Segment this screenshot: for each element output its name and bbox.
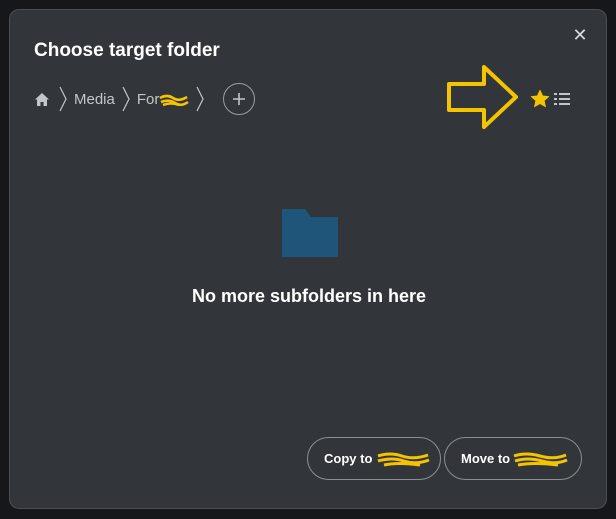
annotation-arrow	[447, 65, 518, 129]
add-folder-button[interactable]	[223, 83, 256, 115]
star-icon[interactable]	[530, 89, 550, 109]
redaction-scribble	[159, 94, 190, 106]
close-button[interactable]: ✕	[570, 25, 590, 45]
chevron-right-icon	[195, 86, 205, 112]
chevron-right-icon	[121, 86, 131, 112]
move-to-button[interactable]: Move to	[444, 437, 582, 480]
choose-folder-dialog: Choose target folder ✕ Media For No more…	[9, 9, 607, 509]
breadcrumb-item-current[interactable]: For	[137, 91, 190, 108]
breadcrumb: Media For	[34, 82, 256, 116]
copy-to-label: Copy to	[324, 451, 373, 466]
list-icon[interactable]	[554, 92, 570, 106]
move-to-label: Move to	[461, 451, 511, 466]
redaction-scribble	[513, 452, 568, 466]
folder-icon	[282, 209, 338, 257]
home-icon[interactable]	[34, 91, 52, 107]
breadcrumb-item-label: For	[136, 90, 160, 108]
breadcrumb-item-media[interactable]: Media	[74, 91, 115, 108]
chevron-right-icon	[58, 86, 68, 112]
copy-to-button[interactable]: Copy to	[307, 437, 441, 480]
dialog-title: Choose target folder	[34, 40, 220, 61]
empty-state-message: No more subfolders in here	[191, 286, 427, 306]
redaction-scribble	[377, 452, 430, 466]
